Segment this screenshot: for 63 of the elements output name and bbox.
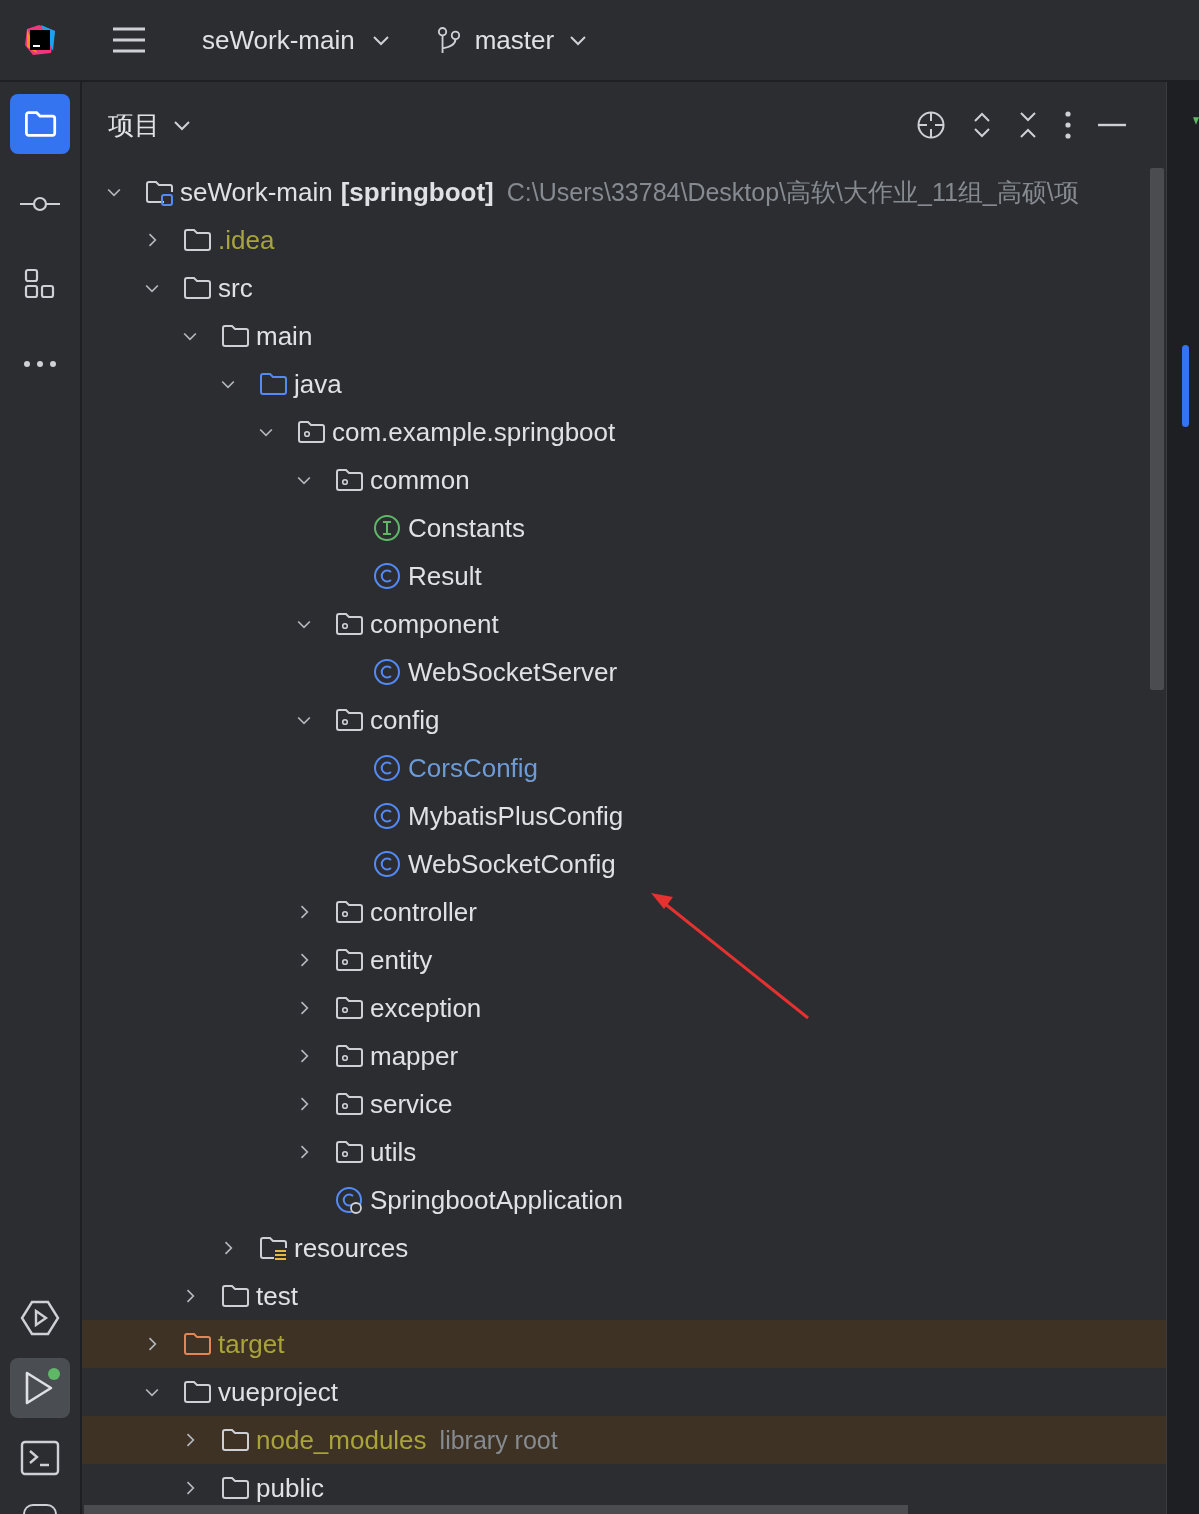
tree-item-label[interactable]: WebSocketServer (408, 656, 618, 688)
class-icon (334, 1185, 364, 1215)
tree-item-label[interactable]: mapper (370, 1040, 459, 1072)
tree-item-label[interactable]: seWork-main (180, 176, 333, 208)
scrollbar-thumb[interactable] (1182, 345, 1189, 427)
project-dropdown[interactable]: seWork-main (194, 18, 399, 62)
structure-icon (24, 268, 56, 300)
highlighted-row[interactable]: target (82, 1320, 1166, 1368)
tree-item-label[interactable]: main (256, 320, 313, 352)
more-options-icon[interactable] (1064, 110, 1072, 140)
interface-icon (372, 513, 402, 543)
app-logo[interactable] (23, 23, 57, 57)
tree-item-label[interactable]: utils (370, 1136, 417, 1168)
tool-button-partial[interactable] (23, 1504, 57, 1514)
tree-item-label[interactable]: src (218, 272, 253, 304)
minimize-icon[interactable] (1098, 123, 1126, 127)
commit-icon (20, 194, 60, 214)
terminal-icon (20, 1440, 60, 1476)
scrollbar-thumb[interactable] (1150, 168, 1164, 690)
highlighted-row[interactable]: node_modules library root (82, 1416, 1166, 1464)
tree-item-label[interactable]: .idea (218, 224, 275, 256)
tree-item-label[interactable]: entity (370, 944, 433, 976)
collapse-all-icon[interactable] (1018, 110, 1038, 140)
branch-dropdown[interactable]: master (428, 18, 597, 62)
branch-icon (436, 26, 461, 54)
class-icon (372, 801, 402, 831)
tree-item-label[interactable]: component (370, 608, 499, 640)
tree-item-label[interactable]: test (256, 1280, 298, 1312)
tree-item-label[interactable]: node_modules (256, 1424, 427, 1456)
menu-icon[interactable] (112, 26, 146, 54)
panel-title-dropdown[interactable]: 项目 (102, 103, 198, 147)
tree-item-label[interactable]: MybatisPlusConfig (408, 800, 624, 832)
locate-icon[interactable] (916, 110, 946, 140)
tree-item-label[interactable]: target (218, 1328, 285, 1360)
expand-all-icon[interactable] (972, 110, 992, 140)
tree-item-label[interactable]: public (256, 1472, 324, 1504)
tree-item-label[interactable]: common (370, 464, 470, 496)
tree-item-label[interactable]: service (370, 1088, 453, 1120)
class-icon (372, 753, 402, 783)
class-icon (372, 657, 402, 687)
class-icon (372, 561, 402, 591)
status-triangle-icon (1193, 117, 1199, 125)
tree-item-label[interactable]: CorsConfig (408, 752, 539, 784)
tree-item-label[interactable]: com.example.springboot (332, 416, 616, 448)
scrollbar-thumb[interactable] (84, 1505, 908, 1514)
tree-item-label[interactable]: vueproject (218, 1376, 338, 1408)
tree-item-label[interactable]: exception (370, 992, 482, 1024)
project-tool-button[interactable] (10, 94, 70, 154)
tree-item-label[interactable]: SpringbootApplication (370, 1184, 623, 1216)
tree-item-label[interactable]: WebSocketConfig (408, 848, 616, 880)
tree-item-label[interactable]: resources (294, 1232, 409, 1264)
module-label: [springboot] (340, 176, 494, 208)
tree-item-label[interactable]: java (294, 368, 342, 400)
tree-item-label[interactable]: Result (408, 560, 482, 592)
class-icon (372, 849, 402, 879)
run-tool-button[interactable] (10, 1358, 70, 1418)
note-label: library root (439, 1425, 558, 1455)
tree-item-label[interactable]: config (370, 704, 440, 736)
more-icon (23, 360, 57, 368)
tree-item-label[interactable]: controller (370, 896, 477, 928)
path-label: C:\Users\33784\Desktop\高软\大作业_11组_高硕\项 (506, 176, 1079, 208)
services-icon (20, 1298, 60, 1338)
tree-item-label[interactable]: Constants (408, 512, 526, 544)
